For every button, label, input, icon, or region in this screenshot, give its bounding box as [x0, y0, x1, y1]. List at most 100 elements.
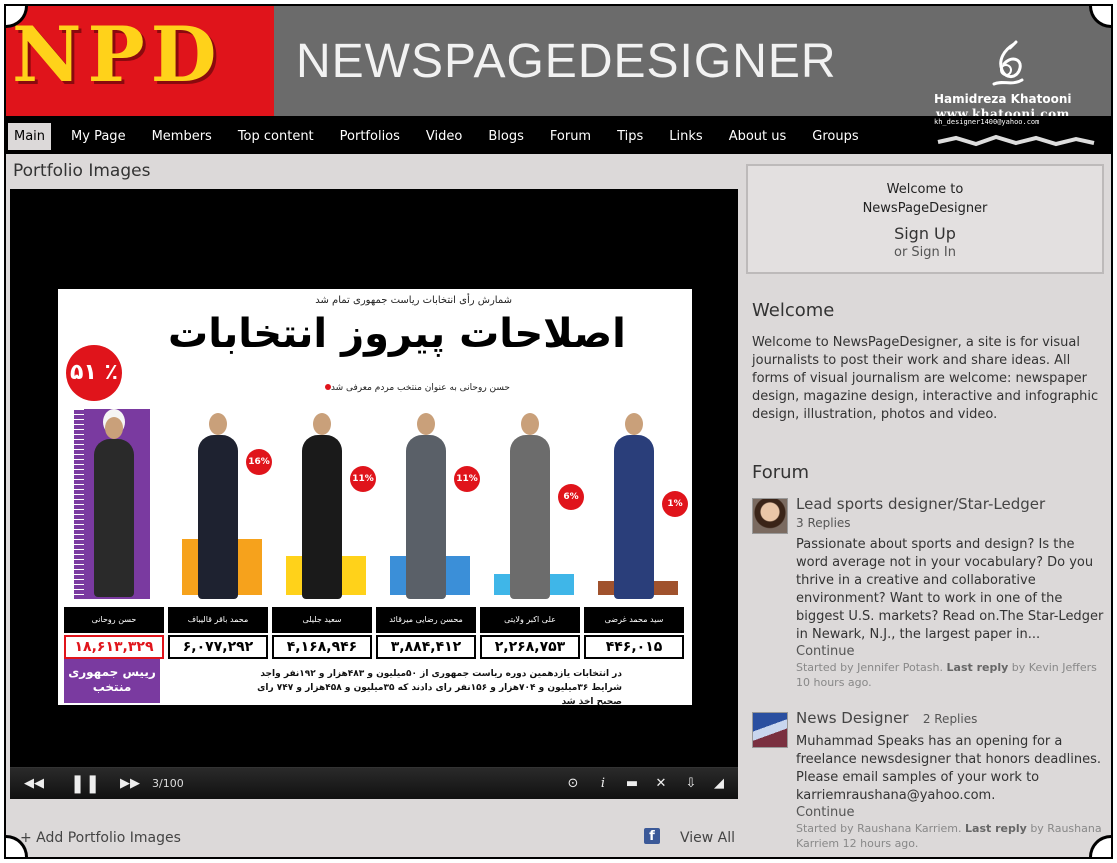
- candidate-head: [417, 413, 435, 435]
- forum-meta: Started by Raushana Karriem. Last reply …: [796, 821, 1106, 851]
- candidate-name: محسن رضایی میرقائد: [376, 607, 476, 633]
- welcome-signup-box: Welcome to NewsPageDesigner Sign Up or S…: [746, 164, 1104, 274]
- nav-item-main[interactable]: Main: [8, 122, 52, 150]
- candidate-head: [105, 417, 123, 439]
- candidate-head: [521, 413, 539, 435]
- rewind-icon[interactable]: ◀◀: [20, 768, 48, 800]
- welcome-text: Welcome to NewsPageDesigner, a site is f…: [752, 335, 1099, 422]
- section-title: Portfolio Images: [13, 161, 151, 181]
- nav-item-portfolios[interactable]: Portfolios: [340, 123, 400, 150]
- nav-item-video[interactable]: Video: [426, 123, 462, 150]
- candidate-name: حسن روحانی: [64, 607, 164, 633]
- nav-item-forum[interactable]: Forum: [550, 123, 591, 150]
- forum-excerpt: Muhammad Speaks has an opening for a fre…: [796, 734, 1101, 803]
- candidate-head: [313, 413, 331, 435]
- info-icon[interactable]: i: [592, 768, 614, 800]
- slideshow-image[interactable]: شمارش رأی انتخابات ریاست جمهوری تمام شد …: [58, 289, 692, 705]
- sign-in-link[interactable]: or Sign In: [748, 244, 1102, 262]
- last-reply-label: Last reply: [946, 661, 1009, 674]
- continue-link[interactable]: Continue: [796, 805, 1106, 821]
- candidate-head: [625, 413, 643, 435]
- winner-title: رییس جمهوری منتخب: [64, 659, 160, 703]
- main-nav: Main My Page Members Top content Portfolios V…: [6, 116, 1111, 154]
- nav-item-tips[interactable]: Tips: [617, 123, 643, 150]
- candidate-name: سید محمد غرضی: [584, 607, 684, 633]
- poster-headline: اصلاحات پیروز انتخابات: [168, 311, 627, 357]
- percent-badge: 11%: [454, 466, 480, 492]
- slide-counter: 3/100: [152, 777, 184, 790]
- nav-items: Main My Page Members Top content Portfolios V…: [8, 122, 885, 150]
- candidate-votes: ۲,۲۶۸,۷۵۳: [480, 635, 580, 659]
- shuffle-icon[interactable]: ✕: [650, 768, 672, 800]
- forum-heading[interactable]: Forum: [752, 462, 809, 483]
- poster-top-line: شمارش رأی انتخابات ریاست جمهوری تمام شد: [315, 295, 512, 306]
- nav-item-members[interactable]: Members: [152, 123, 212, 150]
- add-portfolio-images-link[interactable]: + Add Portfolio Images: [20, 830, 181, 846]
- forum-excerpt: Passionate about sports and design? Is t…: [796, 537, 1104, 642]
- zoom-icon[interactable]: ⊙: [562, 768, 584, 800]
- percent-badge: 11%: [350, 466, 376, 492]
- poster-footer: در انتخابات یازدهمین دوره ریاست جمهوری ا…: [257, 669, 622, 705]
- nav-item-blogs[interactable]: Blogs: [488, 123, 524, 150]
- candidate-name: علی اکبر ولایتی: [480, 607, 580, 633]
- brush-stroke-decoration: [937, 134, 1095, 147]
- nav-item-top-content[interactable]: Top content: [238, 123, 314, 150]
- poster-subline-text: حسن روحانی به عنوان منتخب مردم معرفی شد: [330, 383, 510, 393]
- view-all-link[interactable]: View All: [680, 830, 735, 846]
- welcome-box-line1: Welcome to: [886, 182, 964, 197]
- candidate-votes: ۴,۱۶۸,۹۴۶: [272, 635, 372, 659]
- page-frame: NPD NEWSPAGEDESIGNER Hamidreza Khatooni …: [4, 4, 1113, 859]
- slideshow-controls: ◀◀ ❚❚ ▶▶ 3/100 ⊙ i ▬ ✕ ⇩ ◢: [10, 767, 738, 799]
- nav-item-my-page[interactable]: My Page: [71, 123, 126, 150]
- percent-badge: 16%: [246, 449, 272, 475]
- candidate-votes: ۳,۸۸۴,۴۱۲: [376, 635, 476, 659]
- sign-up-link[interactable]: Sign Up: [748, 224, 1102, 244]
- poster-subline: حسن روحانی به عنوان منتخب مردم معرفی شد: [321, 383, 510, 393]
- candidate-votes: ۴۴۶,۰۱۵: [584, 635, 684, 659]
- share-icon[interactable]: ⇩: [680, 768, 702, 800]
- candidate-figure: [614, 435, 654, 599]
- winner-percent-badge: ۵۱ ٪: [66, 345, 122, 401]
- percent-badge: 1%: [662, 491, 688, 517]
- candidate-figure: [94, 439, 134, 597]
- candidate-figure: [510, 435, 550, 599]
- forum-replies[interactable]: 3 Replies: [796, 514, 1106, 532]
- forum-topic-title[interactable]: Lead sports designer/Star-Ledger: [796, 494, 1106, 514]
- facebook-icon[interactable]: f: [644, 828, 660, 844]
- signature-email: kh_designer1400@yahoo.com: [934, 118, 1040, 126]
- candidate-figure: [406, 435, 446, 599]
- portfolio-slideshow[interactable]: شمارش رأی انتخابات ریاست جمهوری تمام شد …: [10, 189, 738, 799]
- forum-started-by: Started by Raushana Karriem.: [796, 822, 962, 835]
- site-logo[interactable]: NPD: [6, 6, 274, 116]
- logo-text: NPD: [12, 10, 223, 99]
- fullscreen-icon[interactable]: ◢: [708, 768, 730, 800]
- forum-topic-title-line: News Designer 2 Replies: [796, 708, 1106, 729]
- forum-meta: Started by Jennifer Potash. Last reply b…: [796, 660, 1106, 690]
- site-name[interactable]: NEWSPAGEDESIGNER: [296, 34, 837, 89]
- candidate-name: محمد باقر قالیباف: [168, 607, 268, 633]
- fast-forward-icon[interactable]: ▶▶: [116, 768, 144, 800]
- winner-bar-ticks: [74, 409, 84, 599]
- forum-replies[interactable]: 2 Replies: [923, 712, 978, 726]
- nav-item-groups[interactable]: Groups: [812, 123, 858, 150]
- candidate-head: [209, 413, 227, 435]
- welcome-heading: Welcome: [752, 300, 835, 321]
- avatar[interactable]: [752, 498, 788, 534]
- forum-started-by: Started by Jennifer Potash.: [796, 661, 944, 674]
- candidate-name: سعید جلیلی: [272, 607, 372, 633]
- candidate-figure: [302, 435, 342, 599]
- last-reply-label: Last reply: [965, 822, 1027, 835]
- signature-name: Hamidreza Khatooni: [934, 92, 1072, 106]
- percent-badge: 6%: [558, 484, 584, 510]
- candidate-votes: ۶,۰۷۷,۲۹۲: [168, 635, 268, 659]
- pause-icon[interactable]: ❚❚: [70, 768, 100, 800]
- nav-item-about-us[interactable]: About us: [729, 123, 787, 150]
- candidate-votes: ۱۸,۶۱۳,۳۲۹: [64, 635, 164, 659]
- signature-calligraphy-icon: [992, 40, 1024, 86]
- forum-topic-title[interactable]: News Designer: [796, 709, 909, 727]
- avatar[interactable]: [752, 712, 788, 748]
- nav-item-links[interactable]: Links: [669, 123, 702, 150]
- thumbnails-icon[interactable]: ▬: [620, 768, 644, 800]
- welcome-box-line2: NewsPageDesigner: [862, 201, 988, 216]
- continue-link[interactable]: Continue: [796, 644, 1106, 660]
